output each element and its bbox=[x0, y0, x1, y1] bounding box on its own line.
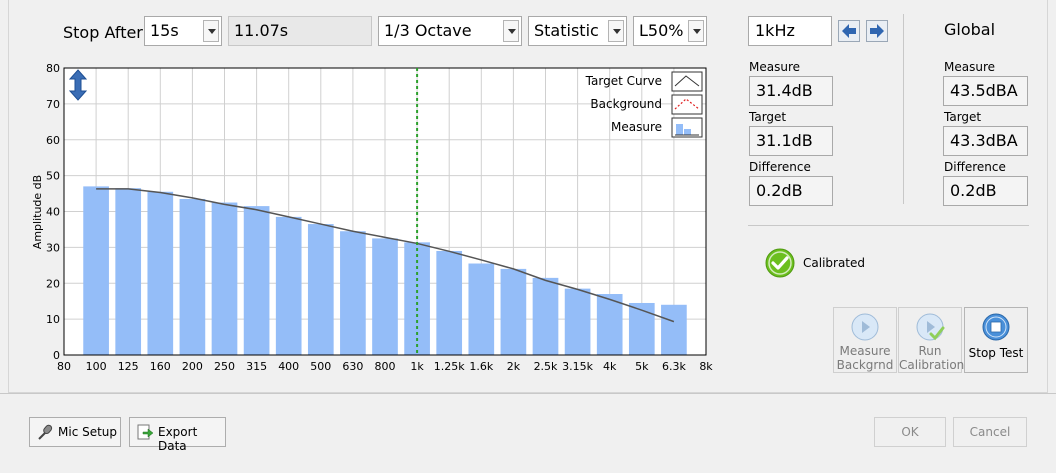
stop-icon bbox=[982, 313, 1010, 341]
y-tick-label: 20 bbox=[46, 277, 60, 290]
measure-bar bbox=[179, 198, 206, 355]
stop-test-label: Stop Test bbox=[968, 346, 1024, 360]
previous-band-button[interactable] bbox=[838, 20, 860, 42]
measure-bar bbox=[243, 206, 270, 355]
global-target-label: Target bbox=[944, 110, 982, 124]
export-data-button[interactable]: Export Data bbox=[129, 417, 226, 453]
band-target-label: Target bbox=[749, 110, 787, 124]
measure-bar bbox=[532, 277, 559, 355]
measure-bar bbox=[115, 188, 142, 355]
global-title: Global bbox=[944, 20, 996, 39]
stop-test-button[interactable]: Stop Test bbox=[964, 307, 1028, 373]
measure-bar bbox=[564, 288, 591, 355]
calibrated-status-text: Calibrated bbox=[803, 256, 866, 270]
legend-measure-swatch bbox=[671, 117, 703, 138]
measure-bar bbox=[340, 231, 366, 355]
export-data-label: Export Data bbox=[158, 425, 198, 453]
section-divider bbox=[748, 225, 1029, 226]
y-tick-label: 10 bbox=[46, 313, 60, 326]
measure-bar bbox=[436, 250, 463, 355]
x-tick-label: 125 bbox=[118, 360, 139, 373]
x-tick-label: 1.25k bbox=[434, 360, 465, 373]
arrow-left-icon bbox=[842, 24, 856, 38]
x-tick-label: 2k bbox=[507, 360, 521, 373]
play-check-icon bbox=[916, 313, 945, 341]
x-tick-label: 160 bbox=[150, 360, 171, 373]
check-circle-icon bbox=[765, 248, 795, 278]
global-target-value: 43.3dBA bbox=[943, 126, 1028, 156]
measure-bar bbox=[147, 191, 174, 355]
panel-divider bbox=[903, 14, 904, 204]
x-tick-label: 250 bbox=[214, 360, 235, 373]
band-difference-value: 0.2dB bbox=[749, 176, 833, 206]
mic-setup-label: Mic Setup bbox=[58, 425, 118, 439]
x-tick-label: 1.6k bbox=[469, 360, 493, 373]
measure-bar bbox=[83, 186, 109, 355]
y-axis-label: Amplitude dB bbox=[31, 175, 44, 249]
measure-bar bbox=[468, 263, 495, 355]
x-tick-label: 315 bbox=[246, 360, 267, 373]
play-icon bbox=[851, 313, 879, 341]
x-tick-label: 2.5k bbox=[534, 360, 558, 373]
x-tick-label: 400 bbox=[278, 360, 299, 373]
global-difference-label: Difference bbox=[944, 160, 1006, 174]
global-measure-label: Measure bbox=[944, 60, 995, 74]
y-tick-label: 80 bbox=[46, 62, 60, 75]
x-tick-label: 800 bbox=[375, 360, 396, 373]
global-measure-value: 43.5dBA bbox=[943, 76, 1028, 106]
measure-bar bbox=[275, 216, 302, 355]
x-tick-label: 6.3k bbox=[662, 360, 686, 373]
measure-background-button[interactable]: Measure Backgrnd bbox=[833, 307, 897, 373]
band-measure-label: Measure bbox=[749, 60, 800, 74]
run-calibration-button[interactable]: Run Calibration bbox=[898, 307, 965, 373]
x-tick-label: 100 bbox=[86, 360, 107, 373]
legend-background-swatch bbox=[671, 94, 703, 115]
cancel-button[interactable]: Cancel bbox=[953, 417, 1027, 447]
y-tick-label: 40 bbox=[46, 206, 60, 219]
x-tick-label: 4k bbox=[603, 360, 617, 373]
x-tick-label: 200 bbox=[182, 360, 203, 373]
y-tick-label: 50 bbox=[46, 170, 60, 183]
x-tick-label: 630 bbox=[342, 360, 363, 373]
band-target-value: 31.1dB bbox=[749, 126, 833, 156]
measure-bar bbox=[307, 224, 334, 355]
export-icon bbox=[137, 424, 154, 440]
legend-target-curve-label: Target Curve bbox=[585, 74, 662, 88]
x-tick-label: 5k bbox=[635, 360, 649, 373]
microphone-icon bbox=[38, 424, 53, 440]
band-measure-value: 31.4dB bbox=[749, 76, 833, 106]
band-difference-label: Difference bbox=[749, 160, 811, 174]
y-tick-label: 70 bbox=[46, 98, 60, 111]
measure-background-line1: Measure bbox=[839, 344, 891, 358]
measure-background-line2: Backgrnd bbox=[836, 358, 894, 372]
mic-setup-button[interactable]: Mic Setup bbox=[29, 417, 121, 447]
legend-background-label: Background bbox=[590, 97, 662, 111]
x-tick-label: 500 bbox=[310, 360, 331, 373]
global-difference-value: 0.2dB bbox=[943, 176, 1028, 206]
legend-measure-label: Measure bbox=[611, 120, 662, 134]
spectrum-chart: 0102030405060708080 100 125 160 200 250 315 400… bbox=[31, 62, 713, 373]
x-tick-label: 1k bbox=[410, 360, 424, 373]
legend-target-curve-swatch bbox=[671, 71, 703, 92]
x-tick-label: 3.15k bbox=[562, 360, 593, 373]
y-tick-label: 30 bbox=[46, 241, 60, 254]
next-band-button[interactable] bbox=[866, 20, 888, 42]
run-calibration-line2: Calibration bbox=[899, 358, 965, 372]
x-tick-label: 80 bbox=[57, 360, 71, 373]
ok-button[interactable]: OK bbox=[874, 417, 946, 447]
measure-bar bbox=[661, 304, 687, 355]
frequency-input[interactable]: 1kHz bbox=[748, 16, 832, 46]
run-calibration-line1: Run bbox=[918, 344, 942, 358]
measure-bar bbox=[372, 238, 398, 355]
measure-bar bbox=[500, 268, 527, 355]
y-tick-label: 60 bbox=[46, 134, 60, 147]
x-tick-label: 8k bbox=[699, 360, 713, 373]
arrow-right-icon bbox=[870, 24, 884, 38]
measure-bar bbox=[211, 202, 238, 355]
